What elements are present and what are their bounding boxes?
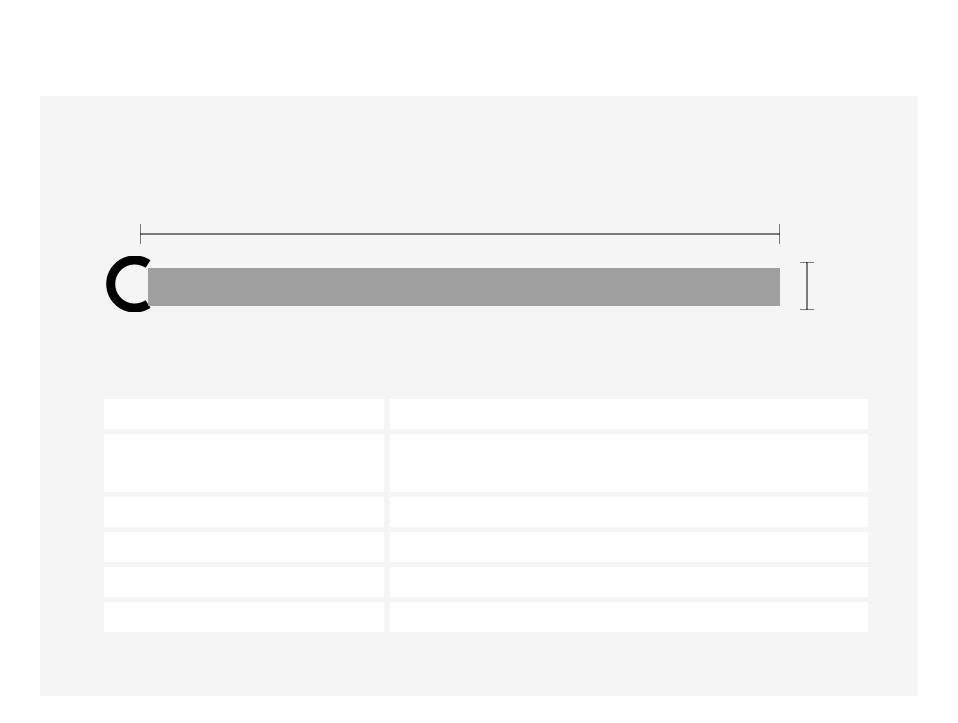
table-cell-value (390, 434, 868, 492)
table-cell-label (104, 602, 384, 632)
width-dimension-indicator (140, 224, 780, 244)
height-dimension-indicator (800, 262, 814, 310)
table-row (104, 567, 868, 597)
table-row (104, 602, 868, 632)
table-row (104, 532, 868, 562)
table-row (104, 399, 868, 429)
table-cell-value (390, 567, 868, 597)
table-row (104, 497, 868, 527)
spec-table (104, 399, 868, 637)
rod-bar (148, 268, 780, 306)
table-cell-label (104, 434, 384, 492)
table-cell-label (104, 497, 384, 527)
table-row (104, 434, 868, 492)
main-panel (40, 96, 918, 696)
table-cell-label (104, 532, 384, 562)
table-cell-value (390, 497, 868, 527)
table-cell-label (104, 567, 384, 597)
table-cell-value (390, 399, 868, 429)
table-cell-value (390, 532, 868, 562)
table-cell-value (390, 602, 868, 632)
table-cell-label (104, 399, 384, 429)
